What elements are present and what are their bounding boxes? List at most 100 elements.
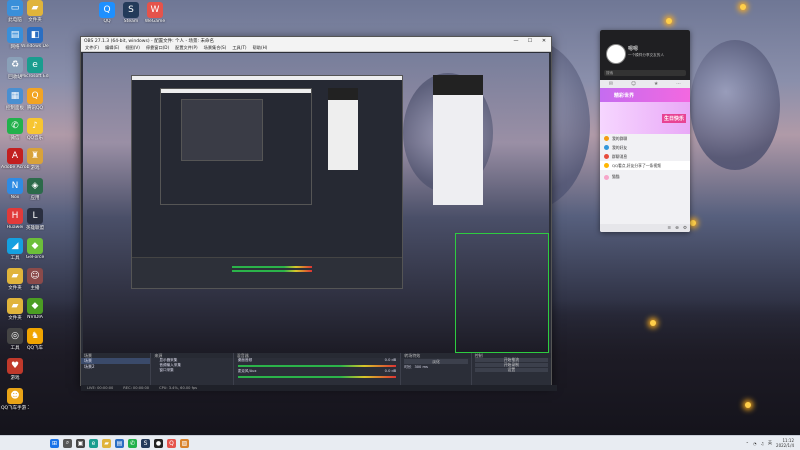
minimize-icon[interactable]: — xyxy=(509,38,523,44)
list-item[interactable]: 我的群聊 xyxy=(600,134,690,143)
desktop-icon[interactable]: ☻ QQ飞车手游 工具 xyxy=(1,388,29,411)
menu-edit[interactable]: 编辑(E) xyxy=(105,45,119,51)
menu-file[interactable]: 文件(F) xyxy=(85,45,99,51)
desktop-icon[interactable]: ◧Windows Defender xyxy=(21,27,49,49)
desktop-icon[interactable]: L 英雄联盟 xyxy=(22,208,48,231)
app-icon: ♻ xyxy=(7,57,23,73)
space-tab-icon[interactable]: ★ xyxy=(654,81,658,87)
obs-title: OBS 27.1.3 (64-bit, windows) - 配置文件: 个人 … xyxy=(84,39,214,44)
desktop-icon[interactable]: W WeGame xyxy=(142,2,168,24)
app-icon: ✆ xyxy=(7,118,23,134)
desktop-icon[interactable]: ♥ 游戏 xyxy=(2,358,28,381)
app-icon: ◈ xyxy=(27,178,43,194)
desktop-icon[interactable]: ♪ QQ音乐 xyxy=(22,118,48,141)
nested-titlebar xyxy=(161,89,311,93)
selection-box[interactable] xyxy=(455,233,549,353)
volume-meter xyxy=(237,376,397,378)
desktop-icon[interactable]: ◆ NVIDIA xyxy=(22,298,48,320)
app-icon: ♞ xyxy=(27,328,43,344)
duration-label: 时长 xyxy=(404,365,412,369)
list-item[interactable]: 群聊消息 xyxy=(600,152,690,161)
taskbar-store-icon[interactable]: ▤ xyxy=(115,438,124,448)
list-item[interactable]: QQ看点,好友分享了一条视频 xyxy=(600,161,690,170)
contacts-tab-icon[interactable]: ☺ xyxy=(631,81,636,87)
avatar[interactable] xyxy=(606,44,626,64)
rec-status: REC: 00:00:00 xyxy=(123,386,150,390)
add-icon[interactable]: ⊕ xyxy=(675,226,679,231)
desktop-icon[interactable]: ♜ 游戏 xyxy=(22,148,48,171)
close-icon[interactable]: ✕ xyxy=(537,38,551,44)
desktop-icon[interactable]: ☺ 主播 xyxy=(22,268,48,291)
menu-docks[interactable]: 停靠窗口(D) xyxy=(146,45,169,51)
desktop-icon[interactable]: eMicrosoft Edge xyxy=(21,57,49,79)
desktop-icon[interactable]: Q 腾讯QQ xyxy=(22,88,48,111)
chevron-up-icon[interactable]: ⌃ xyxy=(746,441,749,446)
obs-preview[interactable] xyxy=(83,53,549,353)
app-icon: e xyxy=(27,57,43,73)
system-tray: ⌃ ◔ ♫ 英 11:12 2022/1/4 xyxy=(746,438,800,448)
obs-titlebar[interactable]: OBS 27.1.3 (64-bit, windows) - 配置文件: 个人 … xyxy=(81,37,551,45)
menu-help[interactable]: 帮助(H) xyxy=(253,45,268,51)
taskbar-taskview-icon[interactable]: ▣ xyxy=(76,438,85,448)
message-tab-icon[interactable]: ✉ xyxy=(609,81,613,87)
desktop-icon[interactable]: ♞ QQ飞车 xyxy=(22,328,48,351)
list-item[interactable]: 猫猫 xyxy=(600,170,690,184)
desktop-icon-label: WeGame xyxy=(144,19,166,24)
network-icon[interactable]: ◔ xyxy=(753,441,757,446)
desktop-icon[interactable]: ▰ 文件夹 xyxy=(22,0,48,23)
qq-promo[interactable]: 生日快乐 xyxy=(600,102,690,134)
menu-profile[interactable]: 配置文件(P) xyxy=(175,45,198,51)
qq-signature[interactable]: 一个模样分享交友的人 xyxy=(628,53,664,58)
nested-obs-capture-2 xyxy=(160,88,312,205)
volume-icon[interactable]: ♫ xyxy=(760,441,764,446)
menu-icon[interactable]: ≡ xyxy=(667,226,671,231)
taskbar-qq-icon[interactable]: Q xyxy=(167,438,176,448)
app-icon: ▰ xyxy=(7,268,23,284)
menu-view[interactable]: 视图(V) xyxy=(125,45,140,51)
taskbar-app-icon[interactable]: ▨ xyxy=(180,438,189,448)
qq-banner[interactable]: 精彩世界 xyxy=(600,88,690,102)
desktop-icon-label: Windows Defender xyxy=(21,44,49,49)
taskbar-obs-icon[interactable]: ● xyxy=(154,438,163,448)
taskbar-steam-icon[interactable]: S xyxy=(141,438,150,448)
nested-titlebar xyxy=(132,76,402,80)
sources-dock: 来源 显示器采集 音频输入采集 窗口采集 xyxy=(151,353,234,385)
qq-panel[interactable]: 嗯嗯 一个模样分享交友的人 搜索 ✉ ☺ ★ ⋯ 精彩世界 生日快乐 我的群聊 … xyxy=(600,30,690,232)
settings-icon[interactable]: ⚙ xyxy=(683,226,687,231)
app-icon: ▦ xyxy=(7,88,23,104)
taskbar-wechat-icon[interactable]: ✆ xyxy=(128,438,137,448)
search-input[interactable]: 搜索 xyxy=(604,70,686,76)
obs-docks: 场景 场景 场景2 来源 显示器采集 音频输入采集 窗口采集 混音器 桌面音频 0… xyxy=(81,353,551,385)
maximize-icon[interactable]: ☐ xyxy=(523,38,537,44)
input-language[interactable]: 英 xyxy=(768,440,772,446)
app-icon: H xyxy=(7,208,23,224)
more-tab-icon[interactable]: ⋯ xyxy=(676,81,681,87)
menu-scene-collection[interactable]: 场景集合(S) xyxy=(204,45,227,51)
taskbar-explorer-icon[interactable]: ▰ xyxy=(102,438,111,448)
app-icon: ◆ xyxy=(27,238,43,254)
transition-select[interactable]: 淡化 xyxy=(404,359,468,364)
taskbar-search-icon[interactable]: ⌕ xyxy=(63,438,72,448)
desktop-icon-label: NVIDIA xyxy=(27,315,43,320)
menu-tools[interactable]: 工具(T) xyxy=(232,45,246,51)
wallpaper-orb xyxy=(690,40,780,170)
desktop-icon[interactable]: ◆ GeForce xyxy=(22,238,48,260)
desktop-icon-label: 主播 xyxy=(30,286,40,291)
list-item-label: 群聊消息 xyxy=(612,153,628,159)
mixer-channel-name: 麦克风/Aux xyxy=(237,369,257,373)
duration-input[interactable]: 300 ms xyxy=(414,365,427,370)
obs-window[interactable]: OBS 27.1.3 (64-bit, windows) - 配置文件: 个人 … xyxy=(80,36,557,391)
wallpaper-spark xyxy=(740,4,746,10)
taskbar-edge-icon[interactable]: e xyxy=(89,438,98,448)
source-item[interactable]: 窗口采集 xyxy=(151,368,232,373)
clock[interactable]: 11:12 2022/1/4 xyxy=(776,438,794,448)
list-item[interactable]: 我的好友 xyxy=(600,143,690,152)
scene-item[interactable]: 场景2 xyxy=(81,364,150,370)
settings-button[interactable]: 设置 xyxy=(474,368,548,372)
qq-tabs: ✉ ☺ ★ ⋯ xyxy=(600,80,690,88)
app-icon: ♥ xyxy=(7,358,23,374)
taskbar: ⊞ ⌕ ▣ e ▰ ▤ ✆ S ● Q ▨ ⌃ ◔ ♫ 英 11:12 2022/1/4 xyxy=(0,435,800,450)
transitions-title: 转场特效 xyxy=(401,353,471,358)
taskbar-start-icon[interactable]: ⊞ xyxy=(50,438,59,448)
desktop-icon[interactable]: ◈ 应用 xyxy=(22,178,48,201)
